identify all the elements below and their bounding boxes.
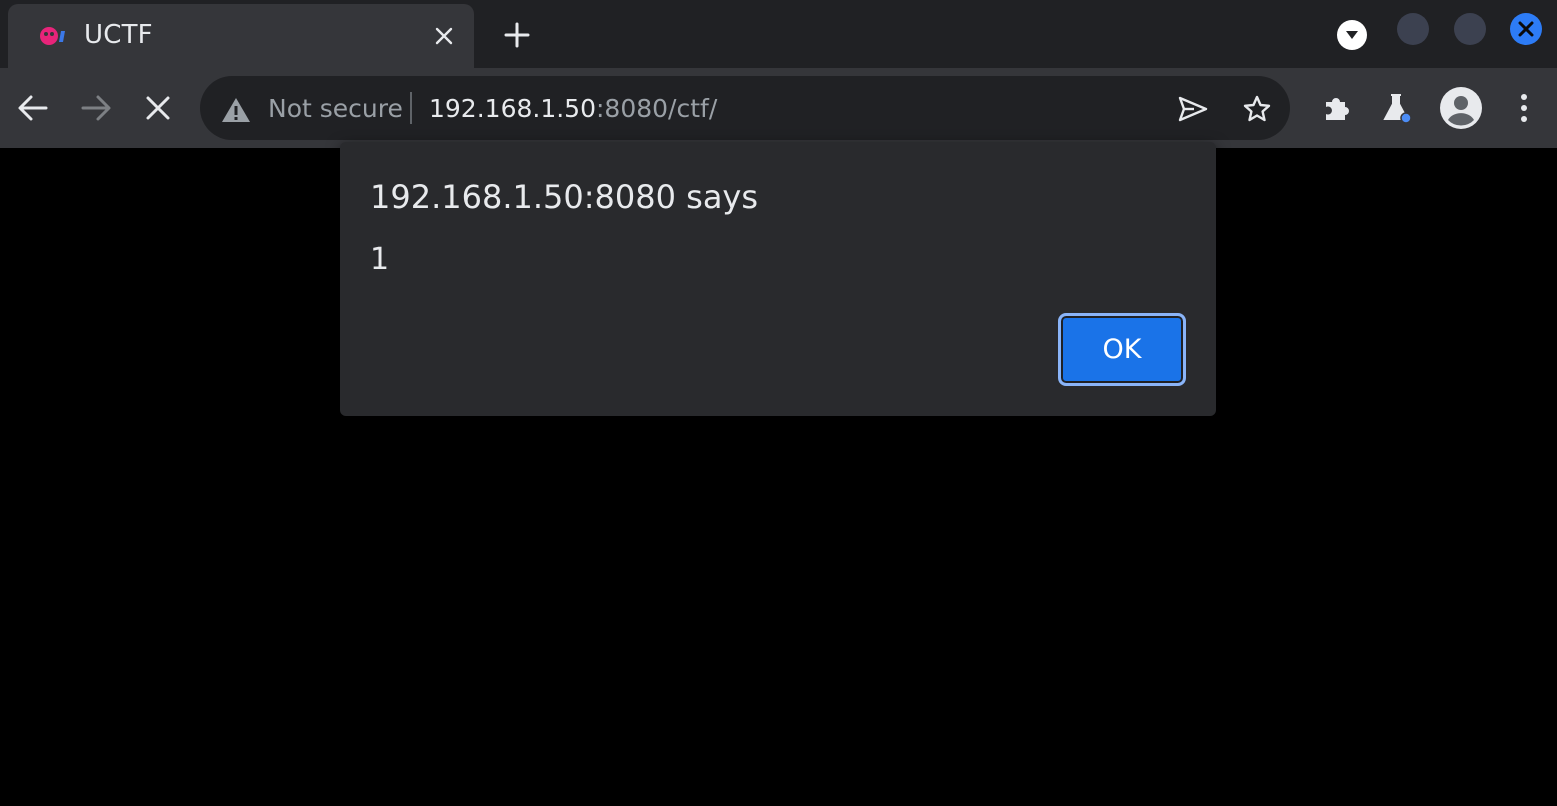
menu-button[interactable] [1504, 88, 1544, 128]
address-bar[interactable]: Not secure 192.168.1.50:8080/ctf/ [200, 76, 1290, 140]
send-icon[interactable] [1176, 92, 1210, 126]
labs-button[interactable] [1377, 88, 1417, 128]
alert-dialog: 192.168.1.50:8080 says 1 OK [340, 142, 1216, 416]
window-close-button[interactable] [1510, 13, 1542, 45]
close-icon [1518, 21, 1534, 37]
close-icon[interactable] [432, 24, 456, 48]
security-label[interactable]: Not secure [268, 94, 403, 123]
forward-arrow-icon [81, 95, 111, 121]
extensions-button[interactable] [1316, 88, 1356, 128]
dialog-message: 1 [370, 242, 390, 277]
ctf-favicon-icon [36, 22, 68, 50]
back-arrow-icon [18, 95, 48, 121]
url-host: 192.168.1.50 [429, 94, 596, 123]
plus-icon [504, 22, 530, 48]
tab-title: UCTF [84, 20, 153, 50]
browser-tab[interactable]: UCTF [8, 4, 474, 68]
url-text[interactable]: 192.168.1.50:8080/ctf/ [429, 94, 717, 123]
ok-button[interactable]: OK [1058, 313, 1186, 386]
minimize-button[interactable] [1397, 13, 1429, 45]
flask-icon [1383, 94, 1412, 124]
warning-icon[interactable] [220, 96, 252, 124]
stop-loading-icon [146, 96, 170, 120]
chevron-down-icon [1346, 31, 1358, 39]
maximize-button[interactable] [1454, 13, 1486, 45]
profile-button[interactable] [1438, 85, 1484, 131]
avatar-icon [1440, 87, 1482, 129]
kebab-menu-icon [1521, 94, 1527, 122]
dialog-title: 192.168.1.50:8080 says [370, 178, 759, 216]
tab-strip: UCTF [0, 0, 1557, 68]
puzzle-icon [1326, 98, 1349, 120]
url-path: :8080/ctf/ [596, 94, 718, 123]
stop-button[interactable] [138, 88, 178, 128]
star-icon[interactable] [1240, 92, 1274, 126]
back-button[interactable] [13, 88, 53, 128]
forward-button[interactable] [76, 88, 116, 128]
new-tab-button[interactable] [500, 18, 534, 52]
tab-search-button[interactable] [1337, 20, 1367, 50]
browser-toolbar: Not secure 192.168.1.50:8080/ctf/ [0, 68, 1557, 148]
divider [410, 92, 412, 124]
